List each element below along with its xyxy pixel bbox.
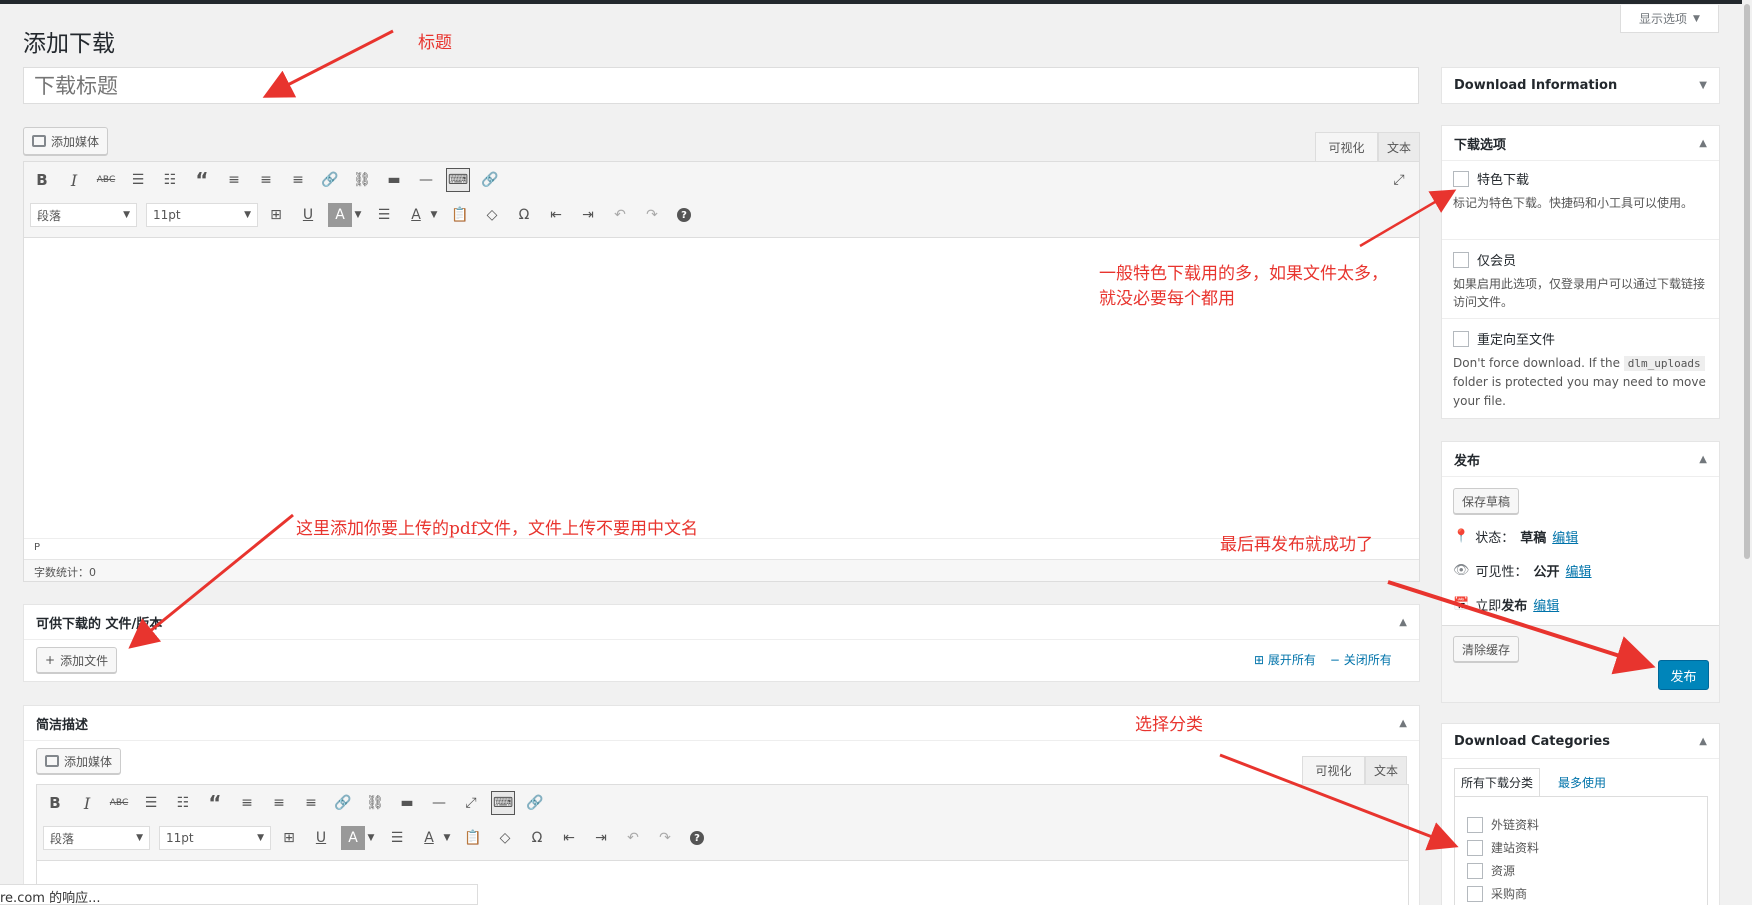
annotation-arrows: [128, 29, 1656, 851]
featured-annotation-1: 一般特色下载用的多，如果文件太多，: [1099, 264, 1388, 284]
publish-arrow: [1387, 580, 1656, 675]
browser-status-bar: re.com 的响应...: [0, 884, 478, 905]
publish-annotation: 最后再发布就成功了: [1220, 535, 1373, 555]
category-arrow: [1219, 753, 1459, 851]
title-annotation: 标题: [418, 33, 452, 53]
category-annotation: 选择分类: [1135, 715, 1203, 735]
title-arrow: [262, 29, 394, 98]
featured-arrow: [1359, 189, 1457, 248]
featured-annotation-2: 就没必要每个都用: [1099, 289, 1235, 309]
upload-annotation: 这里添加你要上传的pdf文件，文件上传不要用中文名: [296, 519, 699, 539]
upload-arrow: [128, 513, 294, 649]
